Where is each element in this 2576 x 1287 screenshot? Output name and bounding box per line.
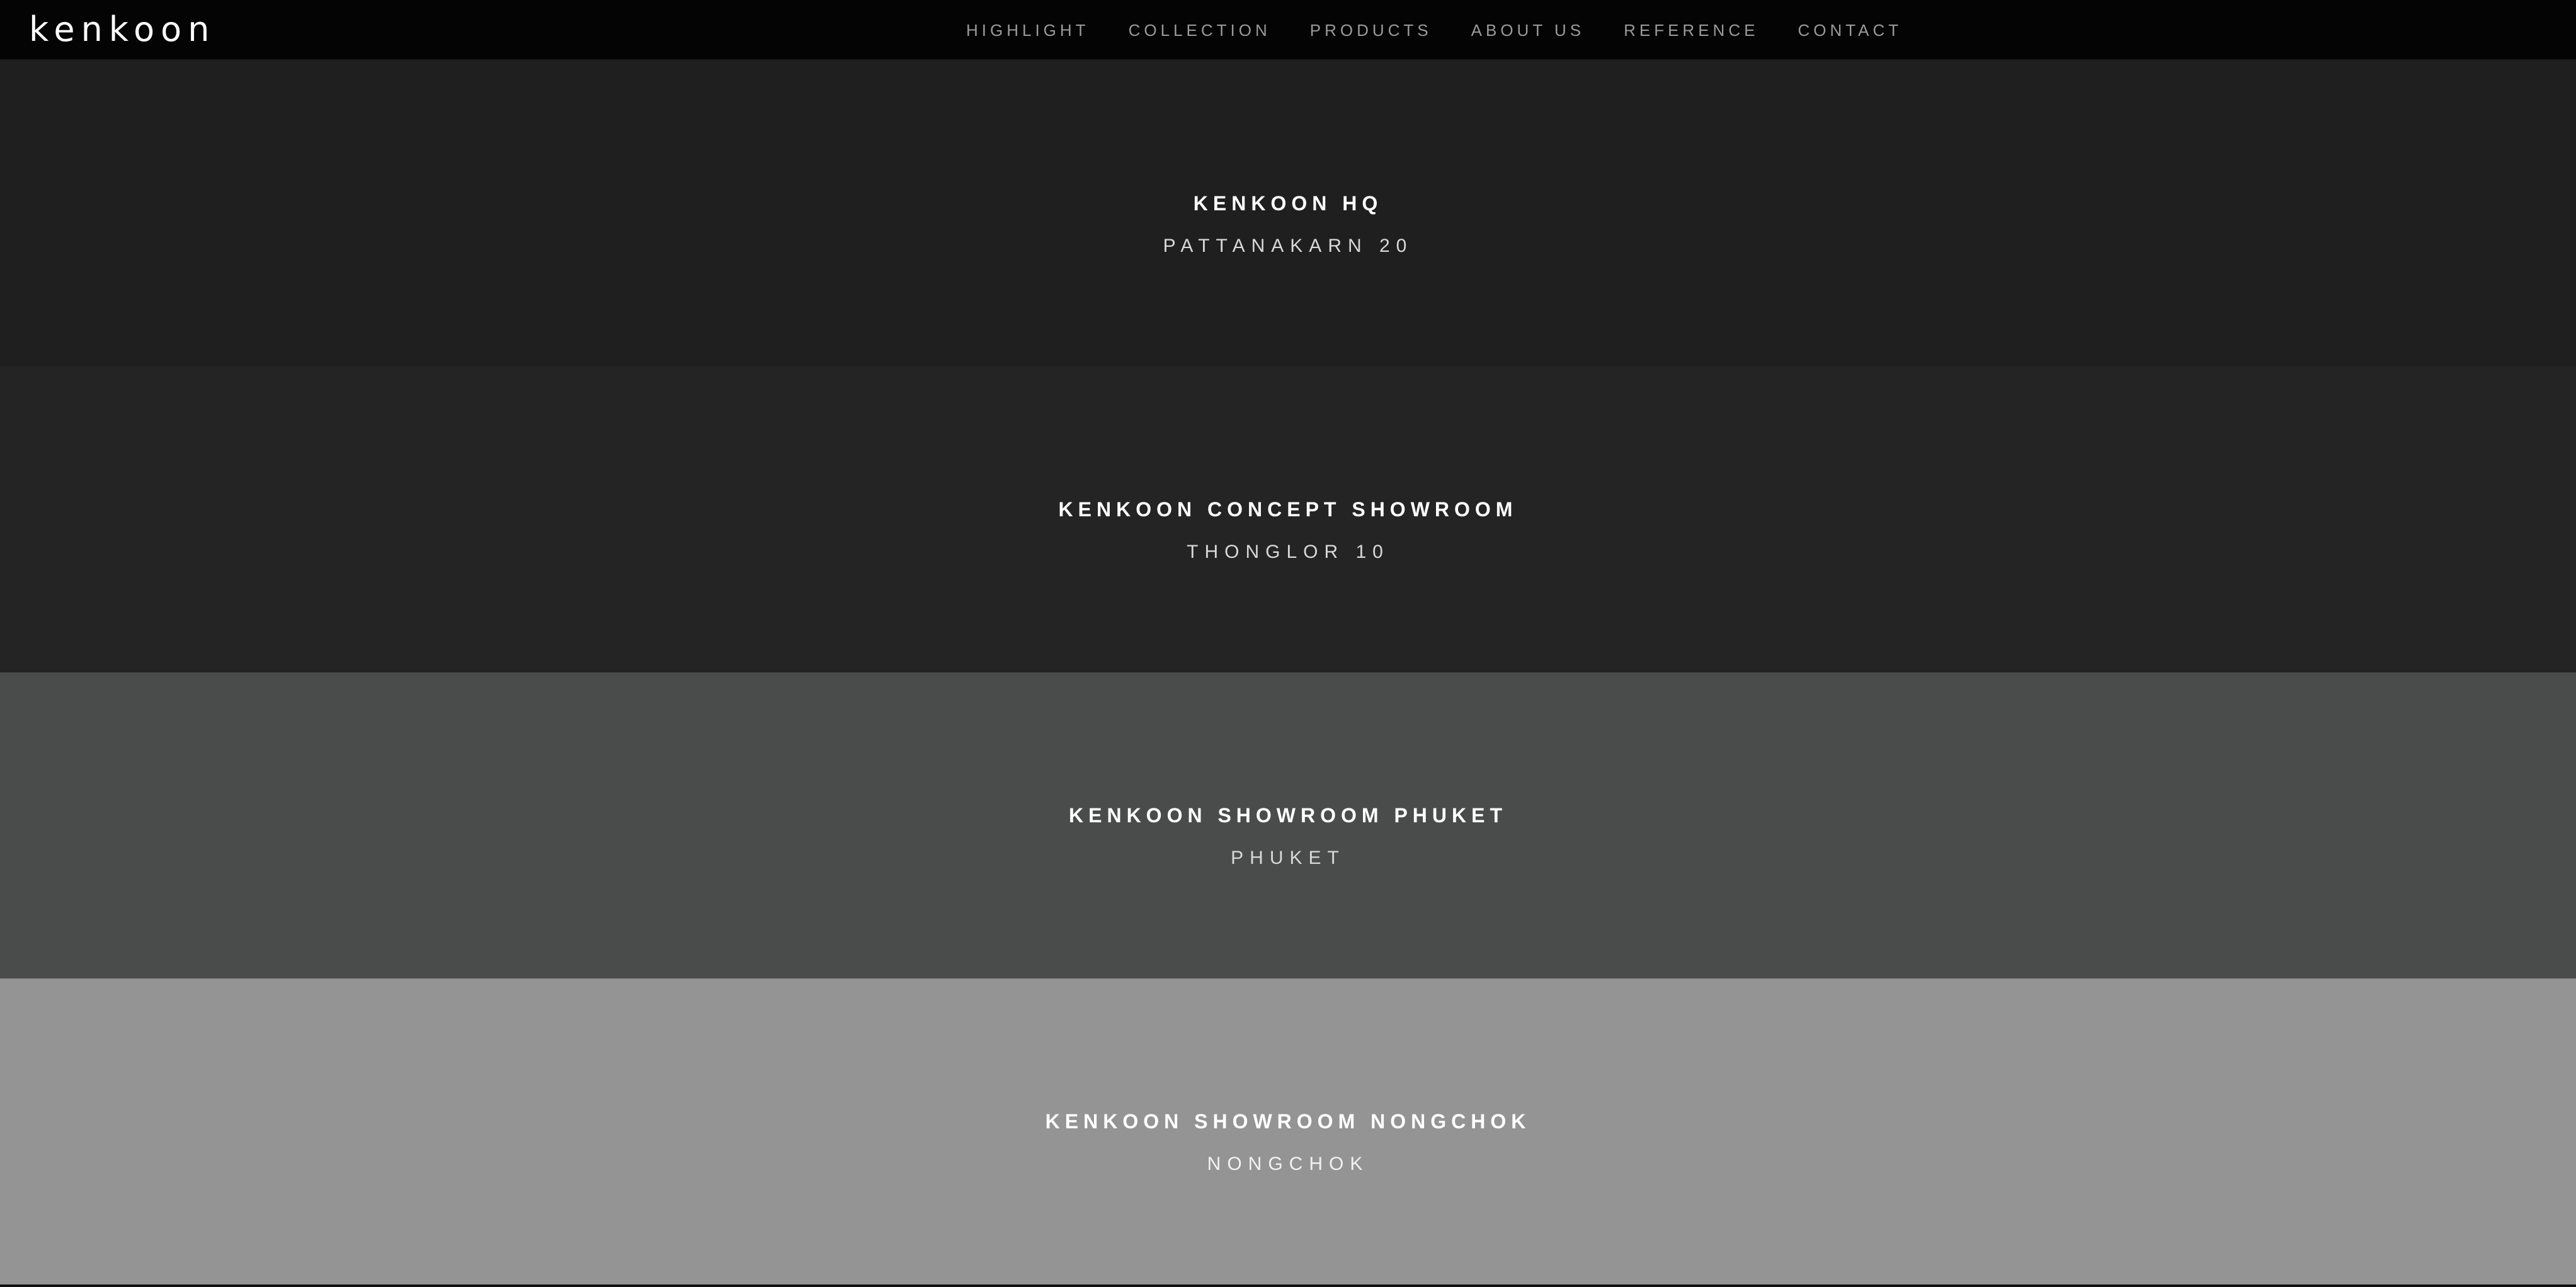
location-title: KENKOON SHOWROOM NONGCHOK [1045, 1110, 1531, 1133]
kenkoon-logo[interactable]: kenkoon [29, 9, 215, 50]
top-navigation-bar: kenkoon HIGHLIGHT COLLECTION PRODUCTS AB… [0, 0, 2576, 60]
nav-item-reference[interactable]: REFERENCE [1624, 21, 1758, 40]
nav-item-products[interactable]: PRODUCTS [1310, 21, 1432, 40]
location-section-phuket[interactable]: KENKOON SHOWROOM PHUKET PHUKET [0, 672, 2576, 978]
location-section-nongchok[interactable]: KENKOON SHOWROOM NONGCHOK NONGCHOK [0, 978, 2576, 1284]
location-subtitle: PATTANAKARN 20 [1163, 235, 1413, 256]
bottom-edge-divider [0, 1284, 2576, 1287]
main-nav: HIGHLIGHT COLLECTION PRODUCTS ABOUT US R… [966, 0, 1902, 60]
nav-item-about-us[interactable]: ABOUT US [1471, 21, 1585, 40]
nav-item-contact[interactable]: CONTACT [1798, 21, 1902, 40]
location-title: KENKOON SHOWROOM PHUKET [1069, 804, 1507, 827]
location-subtitle: THONGLOR 10 [1187, 541, 1389, 562]
location-section-concept-showroom[interactable]: KENKOON CONCEPT SHOWROOM THONGLOR 10 [0, 366, 2576, 672]
location-subtitle: PHUKET [1231, 848, 1345, 868]
nav-item-highlight[interactable]: HIGHLIGHT [966, 21, 1090, 40]
location-title: KENKOON HQ [1193, 192, 1383, 215]
location-subtitle: NONGCHOK [1207, 1154, 1369, 1174]
location-title: KENKOON CONCEPT SHOWROOM [1058, 498, 1518, 521]
location-section-hq[interactable]: KENKOON HQ PATTANAKARN 20 [0, 60, 2576, 366]
nav-item-collection[interactable]: COLLECTION [1129, 21, 1271, 40]
